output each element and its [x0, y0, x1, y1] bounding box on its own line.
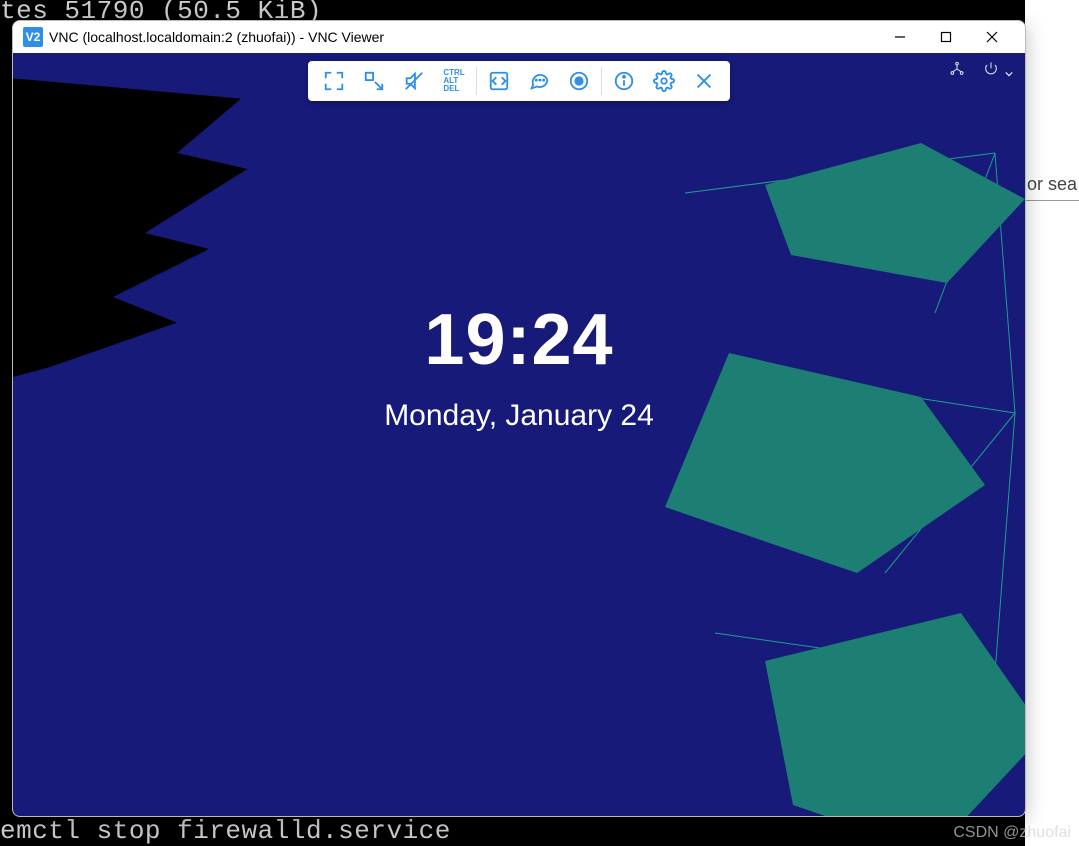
terminal-line-bottom: emctl stop firewalld.service	[0, 816, 451, 846]
window-titlebar[interactable]: V2 VNC (localhost.localdomain:2 (zhuofai…	[13, 21, 1025, 53]
watermark-text: CSDN @zhuofai	[953, 824, 1071, 842]
clock-date: Monday, January 24	[384, 399, 654, 433]
toolbar-separator	[601, 67, 602, 95]
vnc-toolbar: CTRL ALT DEL	[308, 61, 730, 101]
minimize-button[interactable]	[877, 21, 923, 53]
power-icon[interactable]	[983, 61, 1013, 82]
window-title: VNC (localhost.localdomain:2 (zhuofai)) …	[49, 29, 384, 45]
scale-button[interactable]	[354, 61, 394, 101]
chat-button[interactable]	[519, 61, 559, 101]
wallpaper-teal-shapes	[635, 113, 1025, 816]
fullscreen-button[interactable]	[314, 61, 354, 101]
lockscreen-clock: 19:24 Monday, January 24	[384, 299, 654, 433]
close-button[interactable]	[969, 21, 1015, 53]
record-button[interactable]	[559, 61, 599, 101]
wallpaper-dark-shape	[13, 73, 273, 393]
background-right-text: or sea	[1027, 174, 1077, 195]
close-session-button[interactable]	[684, 61, 724, 101]
network-icon[interactable]	[949, 61, 965, 82]
maximize-button[interactable]	[923, 21, 969, 53]
vnc-viewer-window: V2 VNC (localhost.localdomain:2 (zhuofai…	[12, 20, 1026, 817]
clock-time: 19:24	[384, 299, 654, 381]
ctrl-alt-del-button[interactable]: CTRL ALT DEL	[434, 61, 474, 101]
settings-button[interactable]	[644, 61, 684, 101]
info-button[interactable]	[604, 61, 644, 101]
remote-system-tray	[949, 61, 1013, 82]
remote-desktop-view[interactable]: CTRL ALT DEL	[13, 53, 1025, 816]
vnc-app-icon: V2	[23, 27, 43, 47]
audio-mute-button[interactable]	[394, 61, 434, 101]
toolbar-separator	[476, 67, 477, 95]
background-right-divider	[1025, 200, 1079, 201]
background-right-panel	[1025, 0, 1079, 846]
transfer-button[interactable]	[479, 61, 519, 101]
